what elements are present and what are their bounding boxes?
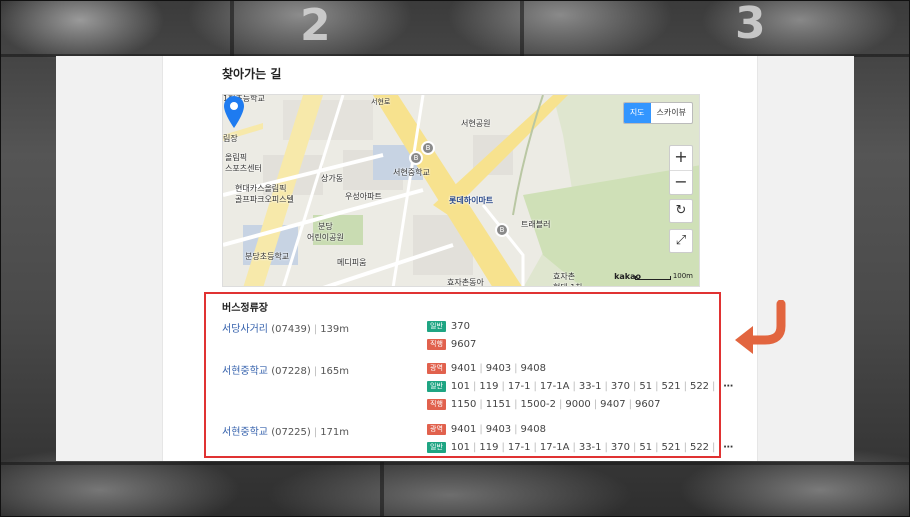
map-type-skyview-button[interactable]: 스카이뷰: [651, 103, 692, 123]
background-digit: 2: [300, 0, 331, 51]
map-label: 트래블러: [521, 220, 551, 229]
bus-icon[interactable]: B: [409, 151, 423, 165]
map-label: 올림픽 스포츠센터: [225, 153, 262, 173]
fullscreen-icon[interactable]: ⤢: [669, 229, 693, 253]
map-type-map-button[interactable]: 지도: [623, 103, 651, 123]
map-label: 롯데하이마트: [449, 196, 494, 205]
map-label: 서현중학교: [393, 168, 430, 177]
map-label: 효자촌 현대 1차: [553, 272, 583, 286]
zoom-in-button[interactable]: +: [670, 146, 692, 170]
zoom-control: + −: [669, 145, 693, 195]
map-label: 현대카스올림픽 골프파크오피스텔: [235, 184, 294, 204]
map-label: 효자촌동아: [447, 278, 484, 287]
zoom-out-button[interactable]: −: [670, 170, 692, 194]
map-label: 우성아파트: [345, 192, 382, 201]
bus-icon[interactable]: B: [495, 223, 509, 237]
map-label: 분당 어린이공원: [307, 222, 344, 242]
map-type-toggle: 지도 스카이뷰: [622, 102, 693, 124]
curved-arrow-icon: [735, 300, 786, 354]
marker-icon[interactable]: [223, 95, 245, 129]
kakao-map[interactable]: 1현초등학교 림장 올림픽 스포츠센터 현대카스올림픽 골프파크오피스텔 상가동…: [222, 94, 700, 287]
map-label: 상가동: [321, 174, 344, 183]
map-label: 분당초등학교: [245, 252, 290, 261]
map-label: 서현로: [371, 98, 391, 106]
scale-bar: [634, 276, 671, 280]
map-label: 림장: [223, 134, 238, 143]
bus-icon[interactable]: B: [421, 141, 435, 155]
map-label: 메디피움: [337, 258, 367, 267]
scale-label: 100m: [672, 272, 693, 280]
refresh-icon[interactable]: ↻: [669, 199, 693, 223]
map-label: 서현공원: [461, 119, 491, 128]
more-routes-button[interactable]: ⋯: [723, 381, 733, 392]
more-routes-button[interactable]: ⋯: [723, 442, 733, 453]
highlight-box: [204, 292, 721, 458]
section-title: 찾아가는 길: [222, 67, 282, 81]
background-digit: 3: [735, 0, 766, 49]
map-scale: 100m: [634, 272, 693, 280]
